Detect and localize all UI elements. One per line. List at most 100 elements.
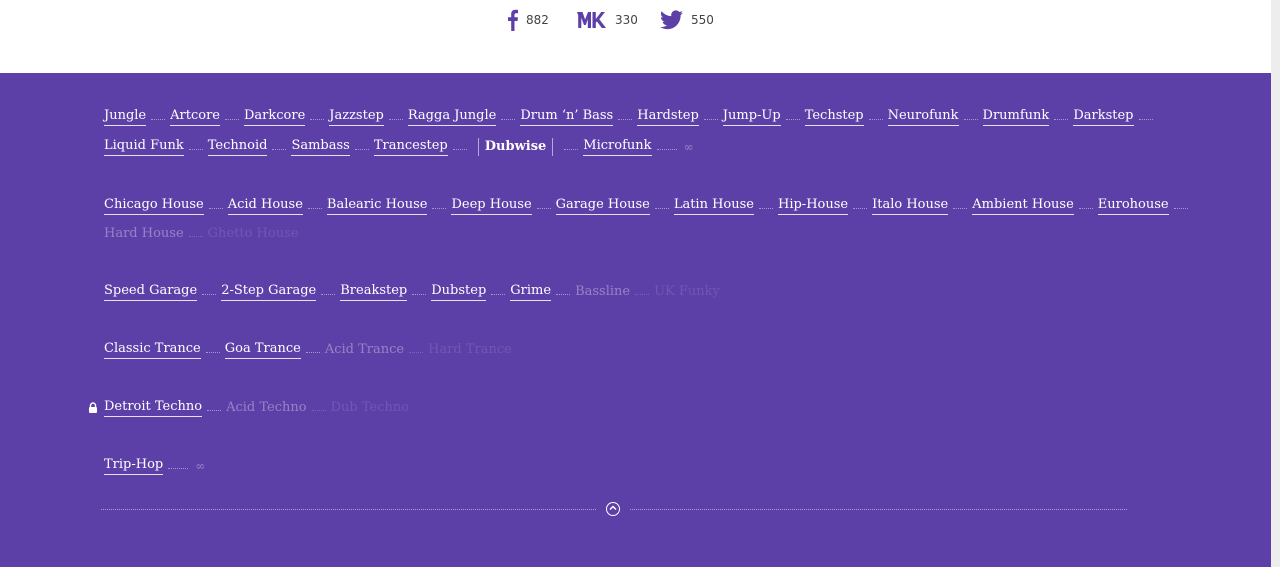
separator (412, 293, 427, 295)
tag-goa-trance[interactable]: Goa Trance (224, 341, 301, 359)
tag-darkstep[interactable]: Darkstep (1073, 108, 1134, 126)
separator (305, 351, 320, 353)
tag-neurofunk[interactable]: Neurofunk (887, 108, 959, 126)
separator (202, 293, 217, 295)
separator (1054, 118, 1069, 120)
tag-detroit-techno[interactable]: Detroit Techno (104, 399, 203, 417)
tag-balearic-house[interactable]: Balearic House (326, 197, 428, 215)
tag-acid-house[interactable]: Acid House (227, 197, 303, 215)
separator (953, 207, 968, 209)
separator (1173, 207, 1188, 209)
chevron-up-circle-icon (609, 505, 617, 511)
ukg-row: Speed Garage 2-Step Garage Breakstep Dub… (104, 281, 720, 303)
tag-grime[interactable]: Grime (510, 283, 552, 301)
separator (409, 351, 424, 353)
dnb-row-2: Liquid Funk Technoid Sambass Trancestep … (104, 136, 694, 158)
tag-acid-trance: Acid Trance (324, 341, 405, 357)
tag-chicago-house[interactable]: Chicago House (104, 197, 204, 215)
tag-ragga-jungle[interactable]: Ragga Jungle (407, 108, 497, 126)
tag-trancestep[interactable]: Trancestep (373, 138, 448, 156)
triphop-row: Trip-Hop ∞ (104, 455, 205, 477)
separator (556, 293, 571, 295)
tag-dub-techno: Dub Techno (330, 399, 410, 415)
separator (635, 293, 650, 295)
techno-row: Detroit Techno Acid Techno Dub Techno (104, 397, 409, 419)
separator (208, 207, 223, 209)
separator (501, 118, 516, 120)
separator (310, 118, 325, 120)
active-divider (477, 138, 479, 156)
tag-trip-hop[interactable]: Trip-Hop (104, 457, 164, 475)
scroll-top-button[interactable] (606, 502, 620, 516)
separator (785, 118, 800, 120)
dnb-row-1: Jungle Artcore Darkcore Jazzstep Ragga J… (104, 106, 1158, 128)
tag-darkcore[interactable]: Darkcore (243, 108, 306, 126)
separator (758, 207, 773, 209)
separator (224, 118, 239, 120)
separator (868, 118, 883, 120)
trance-row: Classic Trance Goa Trance Acid Trance Ha… (104, 339, 512, 361)
separator (536, 207, 551, 209)
tag-ambient-house[interactable]: Ambient House (972, 197, 1074, 215)
separator (618, 118, 633, 120)
tag-acid-techno: Acid Techno (226, 399, 307, 415)
separator (188, 148, 203, 150)
tag-jungle[interactable]: Jungle (104, 108, 147, 126)
tag-technoid[interactable]: Technoid (207, 138, 268, 156)
tag-techstep[interactable]: Techstep (804, 108, 864, 126)
separator (654, 207, 669, 209)
separator (307, 207, 322, 209)
separator (853, 207, 868, 209)
tag-drumfunk[interactable]: Drumfunk (982, 108, 1050, 126)
tag-jump-up[interactable]: Jump-Up (722, 108, 781, 126)
tag-ghetto-house: Ghetto House (207, 225, 299, 241)
tag-classic-trance[interactable]: Classic Trance (104, 341, 201, 359)
tag-speed-garage[interactable]: Speed Garage (104, 283, 198, 301)
separator (205, 351, 220, 353)
divider-line (101, 509, 596, 510)
tag-dubwise-current: Dubwise (484, 138, 547, 154)
more-infinity[interactable]: ∞ (684, 140, 694, 154)
tag-microfunk[interactable]: Microfunk (583, 138, 652, 156)
separator (452, 148, 467, 150)
separator (151, 118, 166, 120)
tag-hip-house[interactable]: Hip-House (777, 197, 849, 215)
divider-line (630, 509, 1127, 510)
tag-drum-n-bass[interactable]: Drum ‘n’ Bass (520, 108, 614, 126)
tag-deep-house[interactable]: Deep House (451, 197, 532, 215)
separator (1078, 207, 1093, 209)
separator (207, 409, 222, 411)
tag-jazzstep[interactable]: Jazzstep (329, 108, 384, 126)
tag-breakstep[interactable]: Breakstep (340, 283, 408, 301)
tag-uk-funky: UK Funky (654, 283, 720, 299)
tag-2-step-garage[interactable]: 2-Step Garage (221, 283, 317, 301)
tag-hardstep[interactable]: Hardstep (637, 108, 699, 126)
house-row-1: Chicago House Acid House Balearic House … (104, 195, 1193, 217)
separator (272, 148, 287, 150)
tag-garage-house[interactable]: Garage House (555, 197, 650, 215)
separator (703, 118, 718, 120)
tag-hard-trance: Hard Trance (428, 341, 512, 357)
tag-artcore[interactable]: Artcore (170, 108, 220, 126)
separator (432, 207, 447, 209)
separator (963, 118, 978, 120)
house-row-2: Hard House Ghetto House (104, 223, 298, 245)
separator (168, 467, 189, 469)
active-divider (552, 138, 554, 156)
tag-latin-house[interactable]: Latin House (673, 197, 754, 215)
separator (321, 293, 336, 295)
separator (656, 148, 677, 150)
separator (564, 148, 579, 150)
tag-liquid-funk[interactable]: Liquid Funk (104, 138, 184, 156)
tag-eurohouse[interactable]: Eurohouse (1097, 197, 1169, 215)
separator (388, 118, 403, 120)
tag-bassline: Bassline (575, 283, 631, 299)
tag-sambass[interactable]: Sambass (291, 138, 350, 156)
more-infinity[interactable]: ∞ (195, 459, 205, 473)
tag-italo-house[interactable]: Italo House (872, 197, 949, 215)
tag-dubstep[interactable]: Dubstep (431, 283, 487, 301)
separator (491, 293, 506, 295)
tag-hard-house: Hard House (104, 225, 184, 241)
scrollbar[interactable] (1271, 0, 1280, 567)
separator (354, 148, 369, 150)
